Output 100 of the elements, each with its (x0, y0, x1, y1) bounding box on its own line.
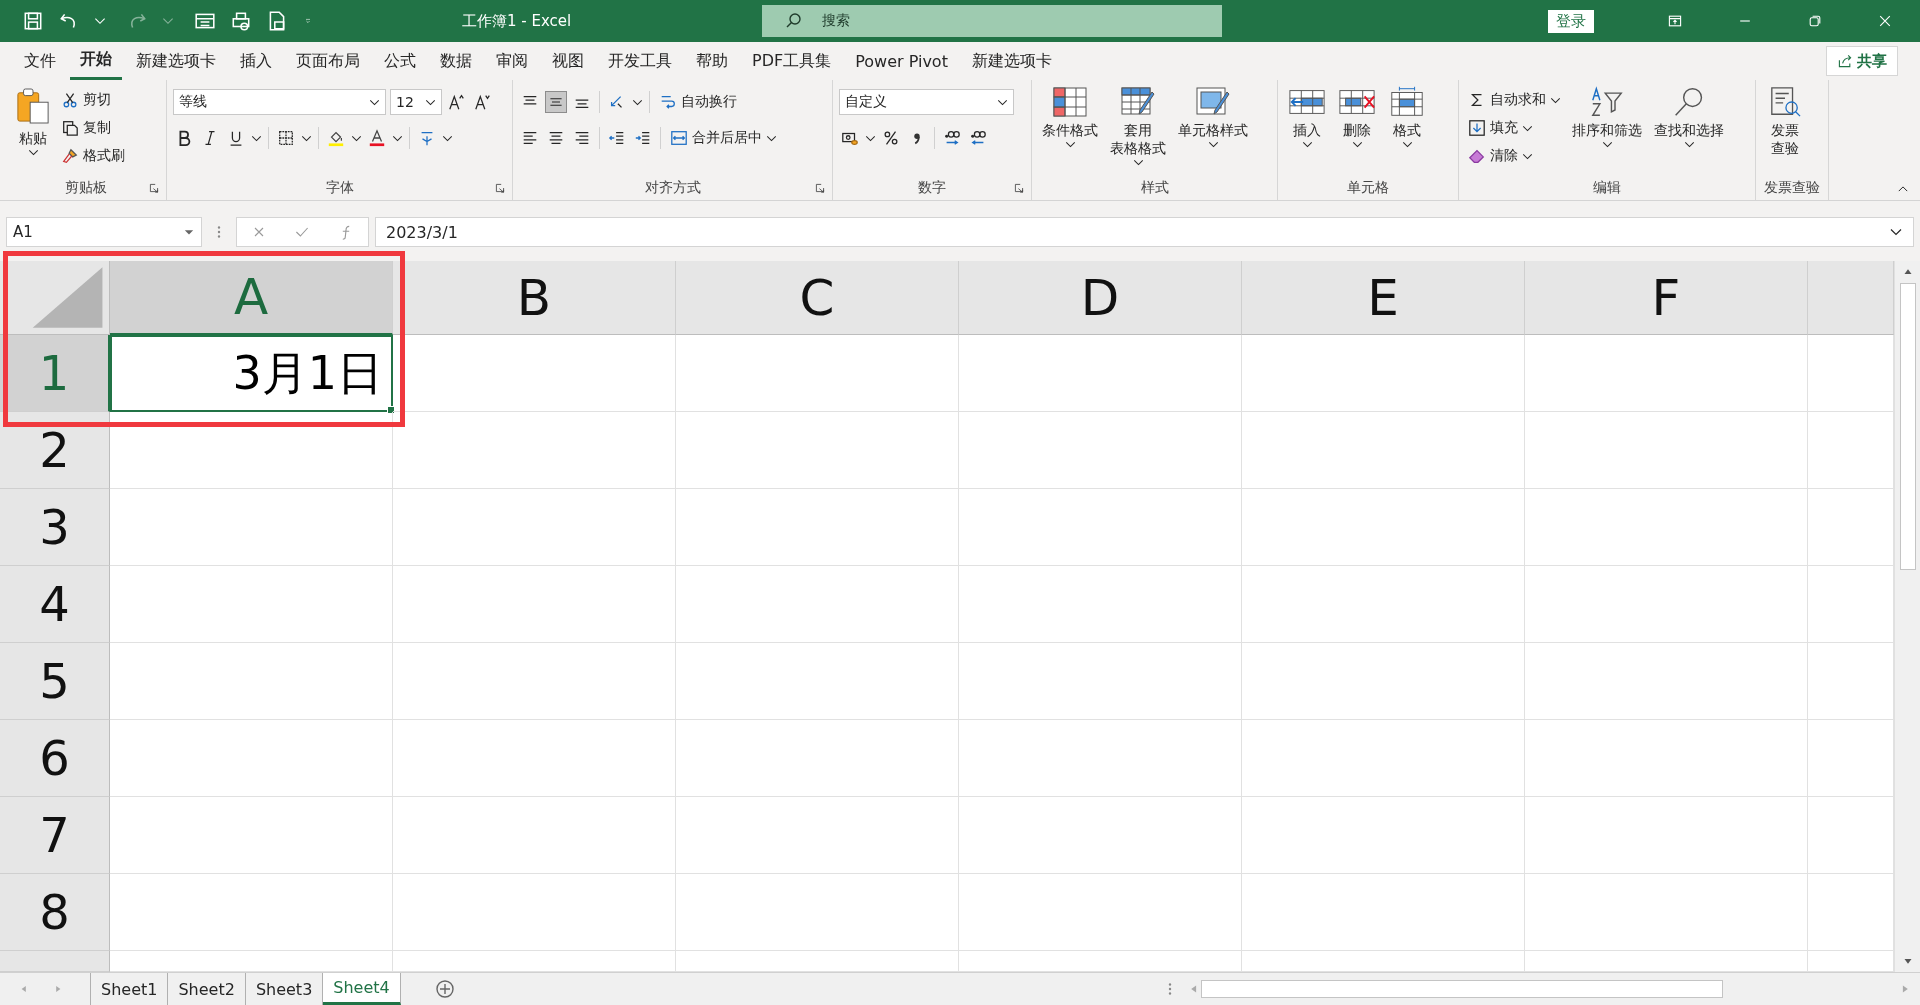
table-cell[interactable] (1525, 489, 1808, 566)
name-box[interactable]: A1 (6, 217, 202, 247)
table-cell[interactable] (393, 412, 676, 489)
table-cell[interactable] (959, 643, 1242, 720)
font-name-dropdown[interactable]: 等线 (173, 89, 386, 115)
table-cell[interactable] (1525, 874, 1808, 951)
add-sheet-icon[interactable] (434, 979, 455, 999)
table-cell[interactable] (393, 489, 676, 566)
column-header[interactable]: D (959, 261, 1242, 335)
paste-button[interactable]: 粘贴 (12, 84, 54, 160)
ribbon-tab[interactable]: 数据 (430, 42, 482, 80)
table-cell[interactable] (110, 797, 393, 874)
invoice-check-button[interactable]: 发票 查验 (1762, 84, 1808, 161)
ribbon-tab[interactable]: 视图 (542, 42, 594, 80)
share-button[interactable]: 共享 (1826, 46, 1898, 76)
row-header[interactable]: 5 (0, 643, 110, 720)
ribbon-tab[interactable]: 新建选项卡 (961, 42, 1062, 80)
ribbon-button[interactable]: 条件格式 (1038, 84, 1102, 152)
ribbon-button[interactable]: 清除 (1465, 144, 1564, 168)
expand-icon[interactable] (1889, 228, 1903, 236)
ribbon-button[interactable]: 格式刷 (58, 144, 128, 168)
caret-icon[interactable] (251, 134, 262, 142)
ribbon-tab[interactable]: 审阅 (486, 42, 538, 80)
caret-icon[interactable] (632, 98, 643, 106)
ribbon-button[interactable]: 单元格样式 (1174, 84, 1252, 152)
ribbon-button[interactable]: 套用 表格格式 (1106, 84, 1170, 170)
column-header[interactable]: E (1242, 261, 1525, 335)
column-header[interactable]: C (676, 261, 959, 335)
table-cell[interactable] (1242, 412, 1525, 489)
ribbon-button[interactable]: 填充 (1465, 116, 1564, 140)
row-header[interactable]: 6 (0, 720, 110, 797)
column-header[interactable]: B (393, 261, 676, 335)
table-cell[interactable] (393, 874, 676, 951)
launcher-icon[interactable] (494, 182, 506, 194)
caret-icon[interactable] (301, 134, 312, 142)
print-icon[interactable] (230, 10, 252, 32)
table-cell[interactable] (393, 643, 676, 720)
table-cell[interactable] (959, 566, 1242, 643)
ribbon-button[interactable]: 格式 (1384, 84, 1430, 152)
ribbon-tab[interactable]: 开始 (70, 42, 122, 80)
ribbon-button[interactable]: 排序和筛选 (1568, 84, 1646, 152)
table-cell[interactable] (1242, 489, 1525, 566)
table-cell[interactable] (393, 335, 676, 412)
table-cell[interactable] (1525, 643, 1808, 720)
table-cell[interactable] (1525, 797, 1808, 874)
ribbon-tab[interactable]: PDF工具集 (742, 42, 842, 80)
wrap-text-button[interactable]: 自动换行 (656, 90, 740, 114)
merge-center-button[interactable]: 合并后居中 (667, 126, 780, 150)
table-cell[interactable] (393, 797, 676, 874)
table-cell[interactable] (1242, 643, 1525, 720)
ribbon-button[interactable]: 复制 (58, 116, 128, 140)
table-cell[interactable] (110, 412, 393, 489)
scroll-thumb[interactable] (1899, 283, 1916, 570)
select-all-corner[interactable] (0, 261, 110, 335)
table-cell[interactable] (959, 797, 1242, 874)
table-cell[interactable] (1242, 797, 1525, 874)
formula-field[interactable]: 2023/3/1 (375, 217, 1914, 247)
row-header[interactable]: 4 (0, 566, 110, 643)
launcher-icon[interactable] (1013, 182, 1025, 194)
sheet-tab[interactable]: Sheet4 (323, 973, 401, 1005)
table-cell[interactable] (676, 797, 959, 874)
table-cell[interactable] (959, 489, 1242, 566)
number-format-dropdown[interactable]: 自定义 (839, 89, 1014, 115)
table-cell[interactable] (959, 335, 1242, 412)
row-header[interactable]: 3 (0, 489, 110, 566)
table-cell[interactable]: 3月1日 (110, 335, 393, 412)
table-cell[interactable] (1525, 720, 1808, 797)
sheet-tab[interactable]: Sheet1 (91, 973, 169, 1005)
sheet-tab[interactable]: Sheet2 (168, 973, 246, 1005)
vertical-scrollbar[interactable] (1894, 261, 1920, 972)
caret-icon[interactable] (865, 134, 876, 142)
table-cell[interactable] (959, 720, 1242, 797)
table-cell[interactable] (959, 874, 1242, 951)
ribbon-tab[interactable]: 文件 (14, 42, 66, 80)
table-cell[interactable] (393, 566, 676, 643)
column-header[interactable] (1808, 261, 1894, 335)
ribbon-tab[interactable]: 开发工具 (598, 42, 682, 80)
table-cell[interactable] (393, 720, 676, 797)
launcher-icon[interactable] (148, 182, 160, 194)
row-header[interactable] (0, 951, 110, 972)
table-cell[interactable] (1242, 335, 1525, 412)
table-cell[interactable] (110, 643, 393, 720)
table-cell[interactable] (676, 720, 959, 797)
table-cell[interactable] (676, 566, 959, 643)
font-size-dropdown[interactable]: 12 (390, 89, 442, 115)
sign-in-button[interactable]: 登录 (1548, 9, 1594, 33)
caret-icon[interactable] (442, 134, 453, 142)
ribbon-tab[interactable]: 公式 (374, 42, 426, 80)
close-icon[interactable] (1877, 13, 1893, 29)
table-cell[interactable] (676, 412, 959, 489)
row-header[interactable]: 8 (0, 874, 110, 951)
ribbon-tab[interactable]: 新建选项卡 (126, 42, 226, 80)
column-header[interactable]: F (1525, 261, 1808, 335)
launcher-icon[interactable] (814, 182, 826, 194)
ribbon-tab[interactable]: 页面布局 (286, 42, 370, 80)
ribbon-tab[interactable]: 帮助 (686, 42, 738, 80)
table-cell[interactable] (110, 566, 393, 643)
row-header[interactable]: 2 (0, 412, 110, 489)
ribbon-button[interactable]: 删除 (1334, 84, 1380, 152)
ribbon-button[interactable]: 查找和选择 (1650, 84, 1728, 152)
